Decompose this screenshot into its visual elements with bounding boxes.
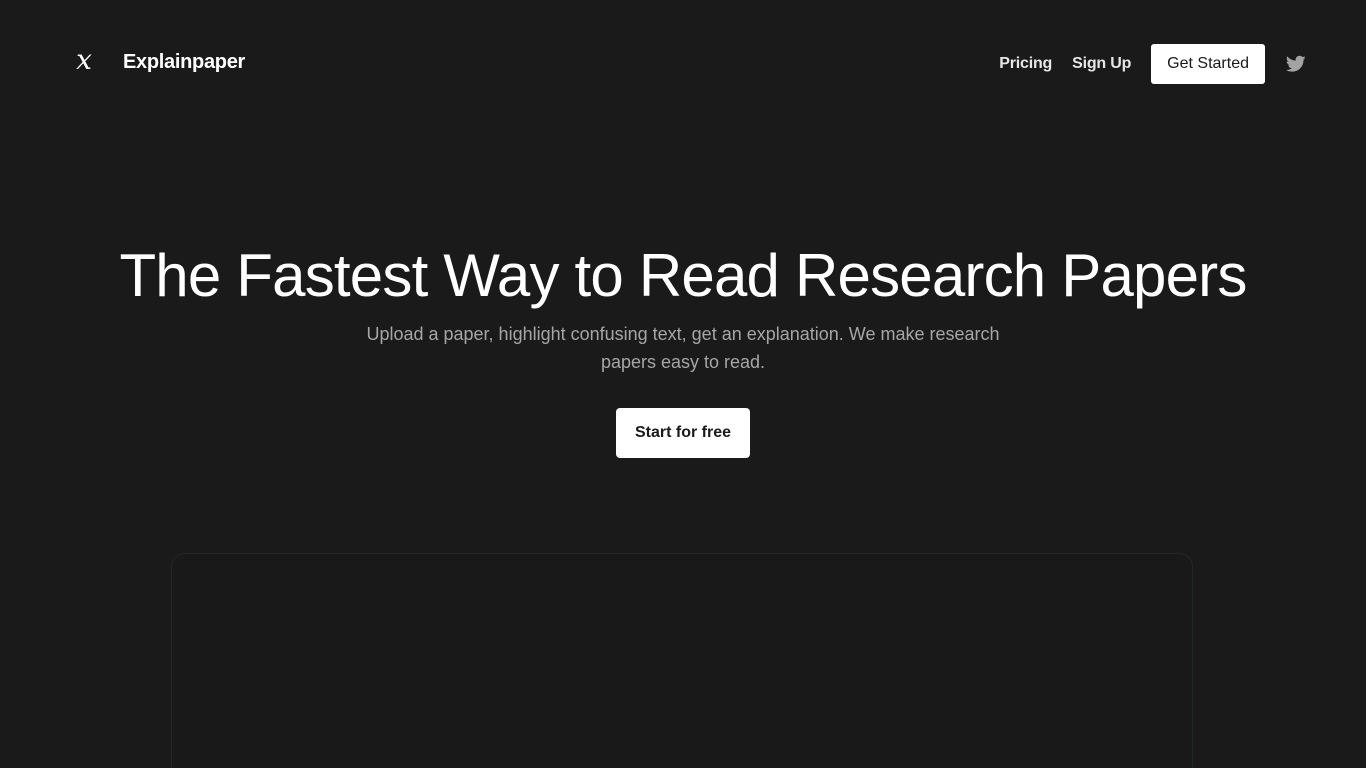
start-for-free-button[interactable]: Start for free (616, 408, 750, 458)
brand-name: Explainpaper (123, 50, 245, 73)
twitter-icon (1286, 55, 1306, 72)
nav-pricing-link[interactable]: Pricing (999, 55, 1052, 73)
product-preview-frame (171, 553, 1193, 768)
hero-title: The Fastest Way to Read Research Papers (119, 242, 1247, 309)
top-nav: Pricing Sign Up Get Started (999, 44, 1307, 84)
get-started-button[interactable]: Get Started (1151, 44, 1265, 84)
twitter-link[interactable] (1285, 53, 1307, 75)
logo-link[interactable]: x Explainpaper (70, 44, 245, 80)
site-header: x Explainpaper Pricing Sign Up Get Start… (0, 0, 1366, 130)
hero-subtitle: Upload a paper, highlight confusing text… (366, 324, 1000, 372)
logo-x-icon: x (76, 43, 92, 76)
nav-sign-up-link[interactable]: Sign Up (1072, 55, 1131, 73)
landing-page: x Explainpaper Pricing Sign Up Get Start… (0, 0, 1366, 768)
